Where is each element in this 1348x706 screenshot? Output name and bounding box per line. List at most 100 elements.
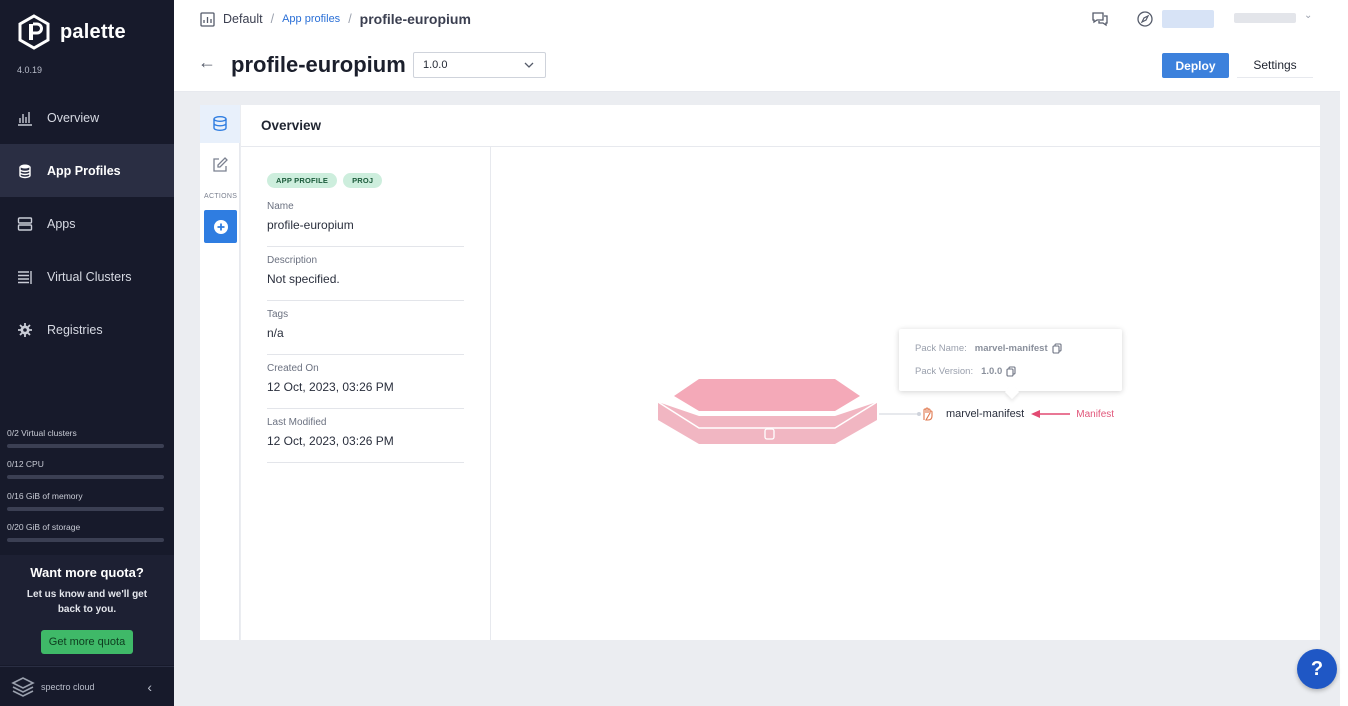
profile-canvas: Pack Name: marvel-manifest Pack Version:… xyxy=(491,147,1320,640)
palette-logo-icon xyxy=(18,14,50,50)
quota-virtual-clusters: 0/2 Virtual clusters xyxy=(7,428,164,448)
field-label: Description xyxy=(267,255,318,266)
pack-item[interactable]: marvel-manifest Manifest xyxy=(921,401,1114,427)
field-tags: Tags n/a xyxy=(267,301,464,355)
version-select[interactable]: 1.0.0 xyxy=(413,52,546,78)
quota-bar xyxy=(7,444,164,448)
back-arrow-icon[interactable]: ← xyxy=(198,52,216,73)
quota-bar xyxy=(7,538,164,542)
quota-storage: 0/20 GiB of storage xyxy=(7,522,164,542)
promo-text: Let us know and we'll get back to you. xyxy=(26,589,148,615)
breadcrumb-separator: / xyxy=(348,12,352,26)
quota-memory: 0/16 GiB of memory xyxy=(7,491,164,511)
profile-details: APP PROFILE PROJ Name profile-europium D… xyxy=(241,147,491,640)
tooltip-pack-name: Pack Name: marvel-manifest xyxy=(915,343,1062,354)
spectro-cloud-logo-icon xyxy=(11,676,35,697)
get-more-quota-button[interactable]: Get more quota xyxy=(40,630,134,654)
field-name: Name profile-europium xyxy=(267,193,464,247)
breadcrumb-app-profiles-link[interactable]: App profiles xyxy=(282,13,340,25)
list-icon xyxy=(17,269,33,285)
field-label: Created On xyxy=(267,363,319,374)
tooltip-value: 1.0.0 xyxy=(981,366,1003,377)
chart-icon xyxy=(17,110,33,126)
tooltip-pack-version: Pack Version: 1.0.0 xyxy=(915,366,1016,377)
sidebar-item-label: Apps xyxy=(47,216,76,231)
arrow-left-icon xyxy=(1031,410,1071,418)
actions-label: ACTIONS xyxy=(204,193,238,200)
sidebar-item-overview[interactable]: Overview xyxy=(0,91,174,144)
quota-cpu: 0/12 CPU xyxy=(7,459,164,479)
status-badge: APP PROFILE xyxy=(267,173,338,188)
stack-icon xyxy=(17,163,33,179)
status-badge: PROJ xyxy=(343,173,383,188)
chevron-down-icon xyxy=(524,62,534,68)
sidebar-item-app-profiles[interactable]: App Profiles xyxy=(0,144,174,197)
settings-button[interactable]: Settings xyxy=(1237,53,1313,78)
layers-tab[interactable] xyxy=(200,105,240,143)
hand-icon xyxy=(923,407,933,421)
quota-label: 0/16 GiB of memory xyxy=(7,491,83,501)
add-layer-button[interactable] xyxy=(204,210,237,243)
sidebar-item-apps[interactable]: Apps xyxy=(0,197,174,250)
window-edge xyxy=(1340,0,1348,706)
tenant-selector[interactable] xyxy=(1162,10,1214,28)
plus-circle-icon xyxy=(213,219,228,234)
panel-title: Overview xyxy=(241,105,1320,147)
quota-bar xyxy=(7,475,164,479)
stack-icon xyxy=(213,116,227,132)
layer-top xyxy=(674,379,860,411)
quota-label: 0/12 CPU xyxy=(7,459,44,469)
quota-label: 0/2 Virtual clusters xyxy=(7,428,77,438)
breadcrumb: Default / App profiles / profile-europiu… xyxy=(200,11,471,27)
field-value: profile-europium xyxy=(267,218,354,232)
quota-label: 0/20 GiB of storage xyxy=(7,522,81,532)
breadcrumb-root[interactable]: Default xyxy=(223,12,263,26)
logo-text: palette xyxy=(60,20,126,43)
field-last-modified: Last Modified 12 Oct, 2023, 03:26 PM xyxy=(267,409,464,463)
tooltip-value: marvel-manifest xyxy=(974,343,1048,354)
field-description: Description Not specified. xyxy=(267,247,464,301)
sidebar-footer: spectro cloud ‹ xyxy=(0,666,174,706)
copy-icon[interactable] xyxy=(1052,343,1062,354)
chevron-down-icon[interactable]: ⌄ xyxy=(1304,10,1312,21)
footer-brand: spectro cloud xyxy=(41,681,95,692)
breadcrumb-current: profile-europium xyxy=(359,11,471,27)
field-created-on: Created On 12 Oct, 2023, 03:26 PM xyxy=(267,355,464,409)
sidebar-item-label: App Profiles xyxy=(47,163,121,178)
field-value: Not specified. xyxy=(267,272,340,286)
sidebar: palette 4.0.19 Overview App Profiles App… xyxy=(0,0,174,706)
field-label: Last Modified xyxy=(267,417,327,428)
manifest-label: Manifest xyxy=(1076,408,1115,420)
pack-name: marvel-manifest xyxy=(946,408,1025,420)
quota-bar xyxy=(7,507,164,511)
dashboard-icon xyxy=(200,11,215,27)
field-label: Name xyxy=(267,201,294,212)
copy-icon[interactable] xyxy=(1006,366,1016,377)
tooltip-label: Pack Version: xyxy=(915,366,974,377)
collapse-sidebar-icon[interactable]: ‹ xyxy=(147,679,152,695)
breadcrumb-separator: / xyxy=(270,12,275,26)
field-label: Tags xyxy=(267,309,289,320)
quota-promo: Want more quota? Let us know and we'll g… xyxy=(0,555,174,665)
user-menu[interactable] xyxy=(1234,13,1296,23)
sidebar-item-label: Registries xyxy=(47,322,103,337)
tooltip-label: Pack Name: xyxy=(915,343,967,354)
help-button[interactable]: ? xyxy=(1297,649,1337,689)
field-value: 12 Oct, 2023, 03:26 PM xyxy=(267,380,394,394)
palette-logo[interactable]: palette xyxy=(16,14,126,50)
deploy-button[interactable]: Deploy xyxy=(1162,53,1229,78)
gear-icon xyxy=(17,322,33,338)
promo-title: Want more quota? xyxy=(30,565,144,580)
actions-column: ACTIONS xyxy=(200,105,240,640)
server-icon xyxy=(17,216,33,232)
version-select-value: 1.0.0 xyxy=(423,59,448,71)
edit-icon[interactable] xyxy=(211,156,229,174)
sidebar-item-virtual-clusters[interactable]: Virtual Clusters xyxy=(0,250,174,303)
compass-icon[interactable] xyxy=(1136,10,1154,28)
page-title: profile-europium xyxy=(231,52,406,77)
sidebar-item-registries[interactable]: Registries xyxy=(0,303,174,356)
field-value: n/a xyxy=(267,326,284,340)
chat-icon[interactable] xyxy=(1091,10,1109,28)
badges: APP PROFILE PROJ xyxy=(267,173,383,188)
sidebar-item-label: Overview xyxy=(47,110,100,125)
